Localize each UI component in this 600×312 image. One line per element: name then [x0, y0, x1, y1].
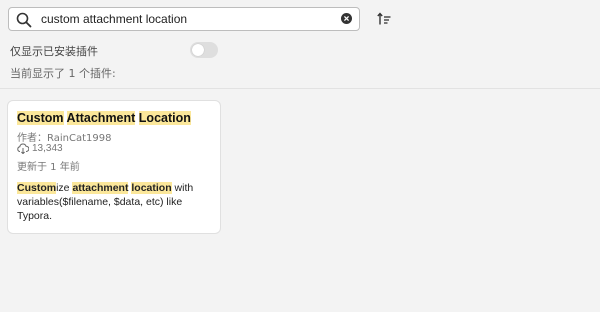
search-icon: [16, 12, 32, 28]
title-word: Location: [138, 111, 191, 125]
title-word: Custom: [17, 111, 64, 125]
download-icon: [17, 143, 29, 154]
plugin-updated: 更新于 1 年前: [17, 162, 80, 173]
divider: [0, 88, 600, 89]
title-word: Attachment: [66, 111, 136, 125]
desc-text: ize: [56, 182, 73, 194]
plugin-description: Customize attachment location with varia…: [17, 181, 213, 223]
installed-only-toggle[interactable]: [190, 42, 218, 58]
installed-only-label: 仅显示已安装插件: [10, 45, 98, 58]
plugin-author: 作者：RainCat1998: [17, 133, 112, 144]
sort-icon[interactable]: [377, 12, 391, 26]
results-count-label: 当前显示了 1 个插件:: [10, 67, 116, 80]
plugin-downloads: 13,343: [17, 143, 63, 154]
plugin-title: Custom Attachment Location: [17, 111, 191, 125]
plugin-card[interactable]: Custom Attachment Location 作者：RainCat199…: [7, 100, 221, 234]
search-input[interactable]: [41, 11, 337, 27]
clear-icon[interactable]: [341, 13, 352, 24]
desc-highlight: Custom: [17, 182, 57, 194]
downloads-count: 13,343: [32, 143, 63, 154]
toggle-knob: [192, 44, 204, 56]
desc-highlight: attachment: [72, 182, 129, 194]
search-bar[interactable]: [8, 7, 360, 31]
desc-highlight: location: [131, 182, 172, 194]
